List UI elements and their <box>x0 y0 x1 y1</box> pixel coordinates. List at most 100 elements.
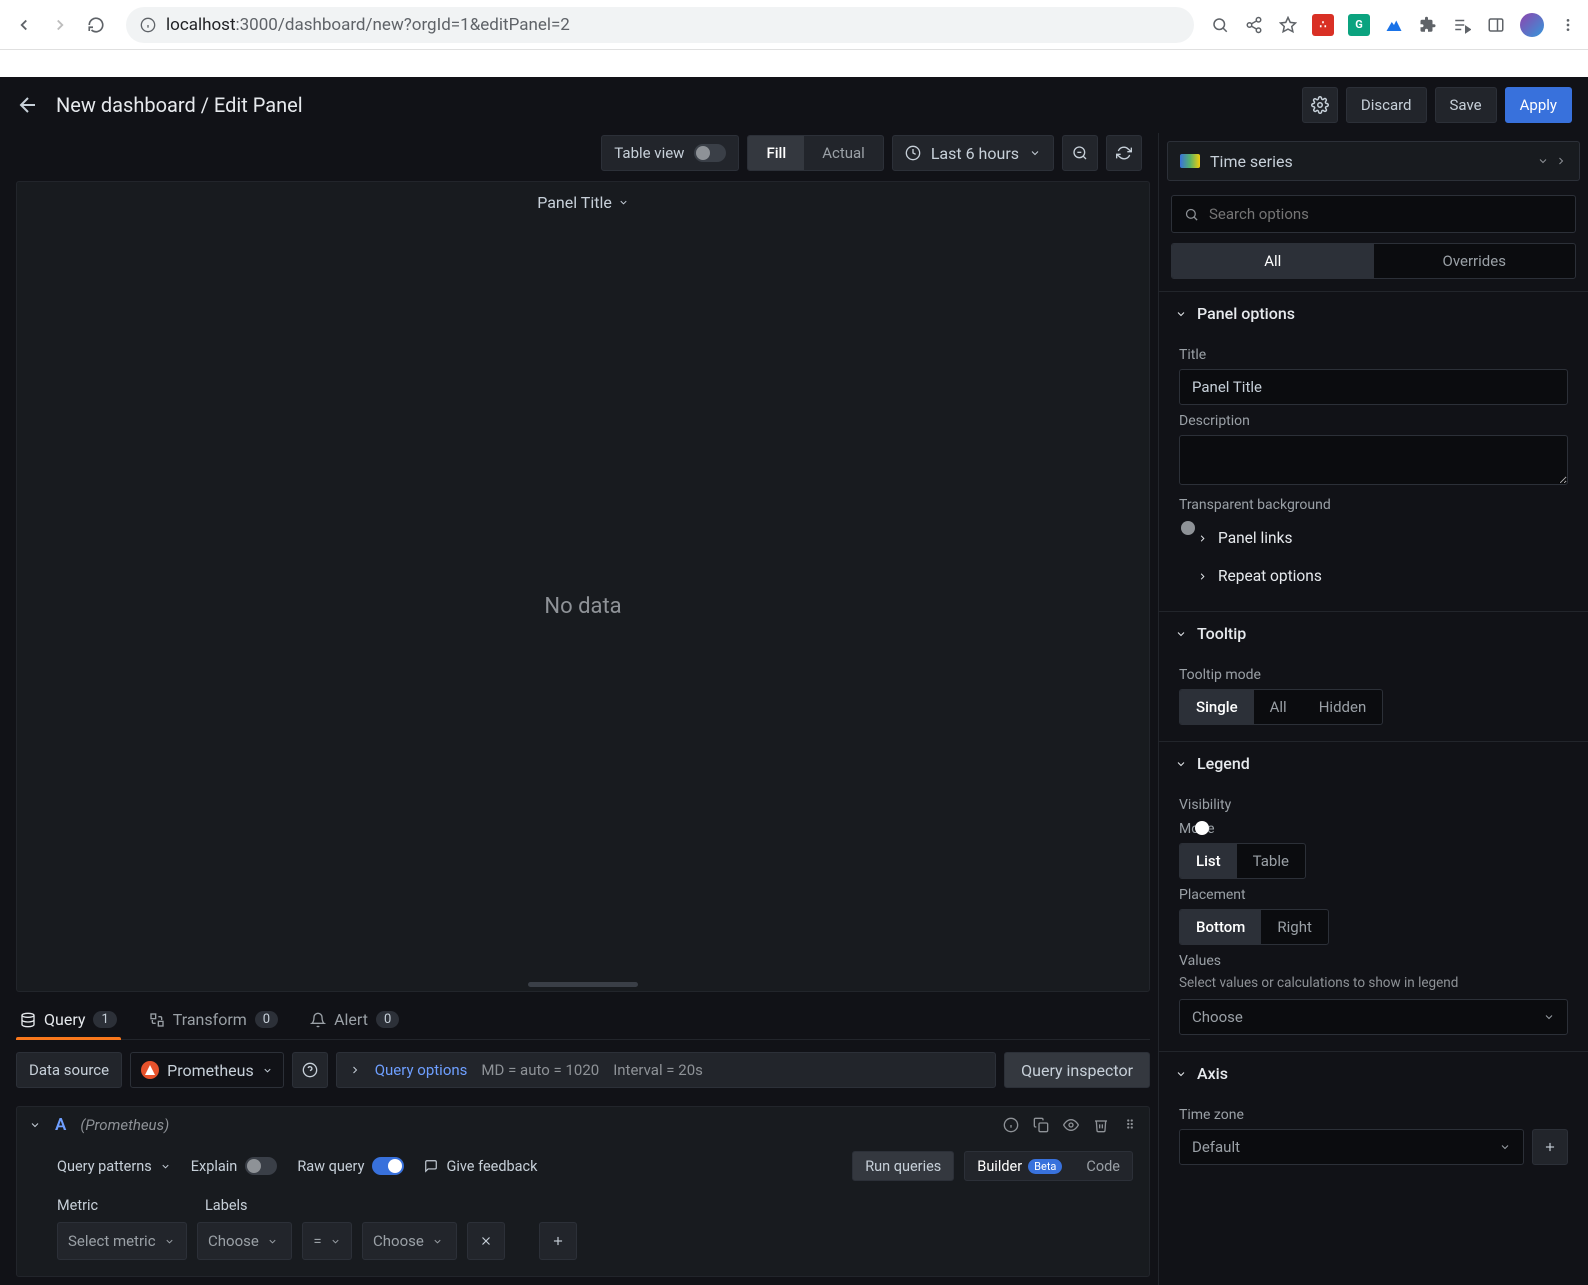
chevron-right-icon[interactable] <box>1555 155 1567 167</box>
query-help-icon[interactable] <box>1003 1117 1019 1133</box>
chevron-down-icon <box>1499 1141 1511 1153</box>
fill-option[interactable]: Fill <box>748 136 804 170</box>
query-options-link[interactable]: Query options <box>375 1061 468 1079</box>
table-view-toggle[interactable]: Table view <box>601 135 739 171</box>
extensions-puzzle-icon[interactable] <box>1418 15 1438 35</box>
profile-avatar[interactable] <box>1520 13 1544 37</box>
browser-back-button[interactable] <box>10 11 38 39</box>
switch-icon[interactable] <box>245 1157 277 1175</box>
title-input[interactable] <box>1179 369 1568 405</box>
give-feedback-link[interactable]: Give feedback <box>424 1158 537 1175</box>
query-patterns-dropdown[interactable]: Query patterns <box>57 1158 171 1175</box>
tooltip-hidden[interactable]: Hidden <box>1303 690 1383 724</box>
resize-handle[interactable] <box>528 982 638 987</box>
tab-alert[interactable]: Alert 0 <box>306 1002 403 1039</box>
actual-option[interactable]: Actual <box>804 136 883 170</box>
search-field[interactable] <box>1209 205 1563 223</box>
repeat-options-subsection[interactable]: Repeat options <box>1179 557 1568 595</box>
tooltip-mode-label: Tooltip mode <box>1179 667 1568 683</box>
datasource-picker[interactable]: Prometheus <box>130 1052 284 1088</box>
playlist-icon[interactable] <box>1452 15 1472 35</box>
label-name-select[interactable]: Choose <box>197 1222 292 1260</box>
delete-query-icon[interactable] <box>1093 1117 1109 1133</box>
remove-label-button[interactable] <box>467 1222 505 1260</box>
explain-toggle[interactable]: Explain <box>191 1157 278 1175</box>
datasource-row: Data source Prometheus Query options MD … <box>16 1052 1150 1088</box>
legend-list[interactable]: List <box>1180 844 1237 878</box>
timezone-select[interactable]: Default <box>1179 1129 1524 1165</box>
section-panel-options: Panel options Title Description Transpar… <box>1159 291 1588 611</box>
tab-transform[interactable]: Transform 0 <box>145 1002 282 1039</box>
panel-options-header[interactable]: Panel options <box>1159 292 1588 335</box>
query-ds-hint: (Prometheus) <box>80 1116 169 1134</box>
apply-button[interactable]: Apply <box>1505 87 1572 123</box>
tooltip-all[interactable]: All <box>1254 690 1303 724</box>
copy-query-icon[interactable] <box>1033 1117 1049 1133</box>
query-ref-id[interactable]: A <box>55 1115 66 1135</box>
extension-icon-2[interactable]: G <box>1348 14 1370 36</box>
browser-reload-button[interactable] <box>82 11 110 39</box>
tab-overrides[interactable]: Overrides <box>1374 244 1576 278</box>
chevron-down-icon <box>160 1161 171 1172</box>
placement-bottom[interactable]: Bottom <box>1180 910 1261 944</box>
query-count-badge: 1 <box>93 1011 116 1028</box>
all-overrides-segment: All Overrides <box>1171 243 1576 279</box>
placement-right[interactable]: Right <box>1261 910 1327 944</box>
time-range-picker[interactable]: Last 6 hours <box>892 135 1054 171</box>
metric-select[interactable]: Select metric <box>57 1222 187 1260</box>
code-option[interactable]: Code <box>1074 1152 1132 1180</box>
timeseries-icon <box>1180 154 1200 168</box>
add-timezone-button[interactable] <box>1532 1129 1568 1165</box>
tab-all[interactable]: All <box>1172 244 1374 278</box>
panel-links-subsection[interactable]: Panel links <box>1179 519 1568 557</box>
star-icon[interactable] <box>1278 15 1298 35</box>
browser-forward-button[interactable] <box>46 11 74 39</box>
switch-icon[interactable] <box>694 144 726 162</box>
chevron-down-icon <box>1175 1068 1187 1080</box>
datasource-help-button[interactable] <box>292 1052 328 1088</box>
run-queries-button[interactable]: Run queries <box>852 1151 954 1181</box>
label-value-select[interactable]: Choose <box>362 1222 457 1260</box>
transform-count-badge: 0 <box>255 1011 278 1028</box>
refresh-button[interactable] <box>1106 135 1142 171</box>
tooltip-header[interactable]: Tooltip <box>1159 612 1588 655</box>
tab-query[interactable]: Query 1 <box>16 1002 121 1039</box>
settings-button[interactable] <box>1302 87 1338 123</box>
add-label-button[interactable] <box>539 1222 577 1260</box>
query-inspector-button[interactable]: Query inspector <box>1004 1052 1150 1088</box>
md-info: MD = auto = 1020 <box>481 1061 599 1079</box>
browser-menu-icon[interactable] <box>1558 15 1578 35</box>
save-button[interactable]: Save <box>1435 87 1497 123</box>
chevron-right-icon[interactable] <box>349 1064 361 1076</box>
search-icon <box>1184 207 1199 222</box>
query-options-bar: Query options MD = auto = 1020 Interval … <box>336 1052 996 1088</box>
toggle-visibility-icon[interactable] <box>1063 1117 1079 1133</box>
panel-title-dropdown[interactable]: Panel Title <box>17 182 1149 222</box>
operator-select[interactable]: = <box>302 1222 352 1260</box>
share-icon[interactable] <box>1244 15 1264 35</box>
switch-icon[interactable] <box>372 1157 404 1175</box>
search-options-input[interactable] <box>1171 195 1576 233</box>
tooltip-single[interactable]: Single <box>1180 690 1254 724</box>
section-legend: Legend Visibility Mode List Table Placem… <box>1159 741 1588 1051</box>
extension-icon-3[interactable] <box>1384 15 1404 35</box>
axis-header[interactable]: Axis <box>1159 1052 1588 1095</box>
description-input[interactable] <box>1179 435 1568 485</box>
drag-handle-icon[interactable] <box>1123 1117 1137 1133</box>
legend-header[interactable]: Legend <box>1159 742 1588 785</box>
zoom-out-button[interactable] <box>1062 135 1098 171</box>
raw-query-toggle[interactable]: Raw query <box>297 1157 404 1175</box>
url-bar[interactable]: localhost:3000/dashboard/new?orgId=1&edi… <box>126 7 1194 43</box>
chevron-down-icon[interactable] <box>29 1119 41 1131</box>
chevron-right-icon <box>1197 571 1208 582</box>
back-arrow-icon[interactable] <box>16 93 40 117</box>
values-select[interactable]: Choose <box>1179 999 1568 1035</box>
discard-button[interactable]: Discard <box>1346 87 1427 123</box>
panel-icon[interactable] <box>1486 15 1506 35</box>
extension-icon-1[interactable]: ∴ <box>1312 14 1334 36</box>
zoom-icon[interactable] <box>1210 15 1230 35</box>
legend-table[interactable]: Table <box>1237 844 1305 878</box>
section-tooltip: Tooltip Tooltip mode Single All Hidden <box>1159 611 1588 741</box>
visualization-picker[interactable]: Time series <box>1167 141 1580 181</box>
builder-option[interactable]: Builder Beta <box>965 1152 1074 1180</box>
